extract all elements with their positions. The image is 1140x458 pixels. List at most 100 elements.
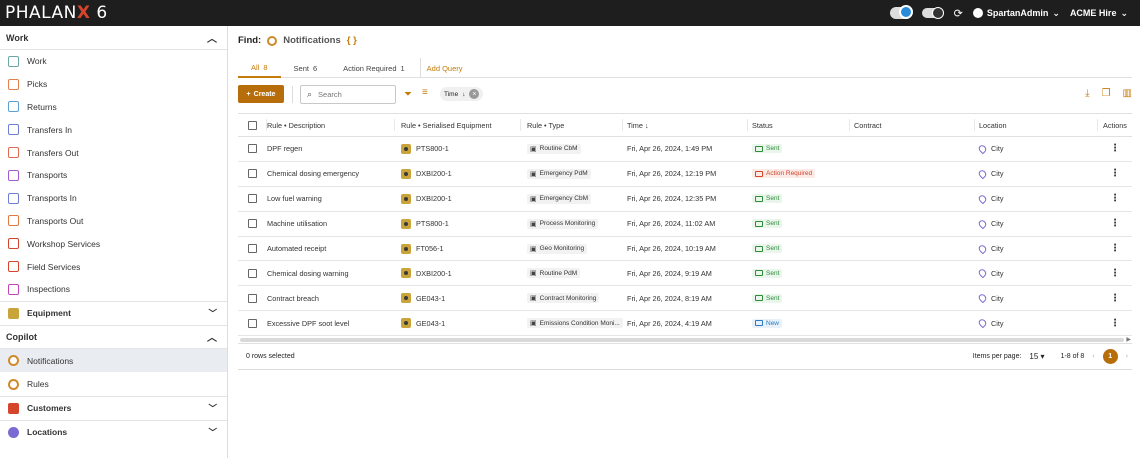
row-checkbox[interactable] [248, 293, 257, 303]
theme-toggle[interactable] [921, 7, 944, 19]
prev-page-icon[interactable]: ‹ [1092, 353, 1094, 360]
more-actions-icon[interactable]: ⋮ [1110, 169, 1120, 179]
location-link[interactable]: City [977, 268, 1004, 279]
table-row[interactable]: Chemical dosing emergency DXBI200-1 ▣ Emerg… [238, 162, 1132, 187]
location-link[interactable]: City [977, 292, 1004, 304]
equipment-link[interactable]: GE043-1 [401, 293, 445, 304]
more-actions-icon[interactable]: ⋮ [1110, 219, 1120, 229]
row-checkbox[interactable] [248, 169, 257, 179]
table-row[interactable]: Machine utilisation PTS800-1 ▣ Process Moni… [238, 212, 1132, 237]
close-icon[interactable]: × [469, 89, 480, 99]
table-row[interactable]: Automated receipt FT056-1 ▣ Geo Monitoring F… [238, 237, 1132, 262]
row-checkbox[interactable] [248, 244, 257, 253]
sidebar-item-picks[interactable]: Picks [0, 73, 227, 96]
sidebar-item-transports-out[interactable]: Transports Out [0, 210, 227, 233]
more-actions-icon[interactable]: ⋮ [1110, 318, 1120, 328]
create-button[interactable]: + Create [238, 85, 284, 103]
equipment-cell[interactable]: DXBI200-1 [395, 187, 521, 211]
page-button[interactable]: 1 [1102, 349, 1118, 365]
scrollbar-thumb[interactable] [240, 338, 1124, 343]
horizontal-scrollbar[interactable]: ▶ [238, 336, 1132, 345]
equipment-cell[interactable]: GE043-1 [395, 311, 521, 335]
copy-icon[interactable]: ❐ [1102, 88, 1111, 99]
sidebar-item-transfers-out[interactable]: Transfers Out [0, 141, 227, 164]
col-rule-description[interactable]: Rule • Description [267, 119, 395, 131]
items-per-page-select[interactable]: 15 ▾ [1029, 352, 1044, 361]
refresh-icon[interactable]: ⟳ [954, 7, 963, 20]
columns-icon[interactable]: ▥ [1123, 88, 1132, 99]
table-row[interactable]: DPF regen PTS800-1 ▣ Routine CbM Fri, Apr 26… [238, 137, 1132, 162]
sort-chip[interactable]: Time ↓ × [440, 87, 484, 101]
location-link[interactable]: City [977, 143, 1004, 155]
equipment-link[interactable]: PTS800-1 [401, 143, 449, 154]
row-checkbox[interactable] [248, 194, 257, 204]
tab-sent[interactable]: Sent 6 [281, 58, 331, 78]
code-braces-icon[interactable]: { } [347, 35, 357, 46]
more-actions-icon[interactable]: ⋮ [1110, 268, 1120, 278]
user-menu[interactable]: SpartanAdmin ⌄ [972, 8, 1060, 19]
sidebar-item-rules[interactable]: Rules [0, 372, 227, 396]
sidebar-item-returns[interactable]: Returns [0, 96, 227, 119]
row-checkbox[interactable] [248, 268, 257, 278]
equipment-link[interactable]: DXBI200-1 [401, 268, 452, 279]
equipment-link[interactable]: PTS800-1 [401, 218, 449, 229]
equipment-cell[interactable]: DXBI200-1 [395, 261, 521, 285]
equipment-link[interactable]: GE043-1 [401, 318, 445, 329]
help-toggle[interactable] [889, 5, 913, 19]
col-contract[interactable]: Contract [850, 119, 975, 131]
equipment-cell[interactable]: PTS800-1 [395, 137, 521, 161]
more-actions-icon[interactable]: ⋮ [1110, 144, 1120, 154]
location-link[interactable]: City [977, 193, 1004, 205]
equipment-link[interactable]: DXBI200-1 [401, 193, 452, 204]
sidebar-item-notifications[interactable]: Notifications [0, 348, 227, 373]
search-input[interactable] [318, 90, 389, 99]
sidebar-item-inspections[interactable]: Inspections [0, 278, 227, 301]
more-actions-icon[interactable]: ⋮ [1110, 293, 1120, 303]
location-link[interactable]: City [977, 243, 1004, 254]
equipment-cell[interactable]: DXBI200-1 [395, 162, 521, 186]
add-query-button[interactable]: Add Query [419, 58, 476, 78]
sort-icon[interactable]: ≡ [422, 87, 428, 98]
location-link[interactable]: City [977, 317, 1004, 329]
sidebar-item-transfers-in[interactable]: Transfers In [0, 118, 227, 141]
col-location[interactable]: Location [975, 119, 1098, 131]
sidebar-section-equipment[interactable]: Equipment ﹀ [0, 300, 227, 325]
equipment-cell[interactable]: FT056-1 [395, 237, 521, 261]
table-row[interactable]: Excessive DPF soot level GE043-1 ▣ Emission… [238, 311, 1132, 337]
sidebar-section-copilot[interactable]: Copilot ︿ [0, 324, 227, 349]
row-checkbox[interactable] [248, 318, 257, 328]
equipment-link[interactable]: DXBI200-1 [401, 168, 452, 179]
more-actions-icon[interactable]: ⋮ [1110, 194, 1120, 204]
equipment-cell[interactable]: PTS800-1 [395, 212, 521, 236]
filter-icon[interactable]: ⏷ [404, 89, 412, 100]
sidebar-item-work[interactable]: Work [0, 50, 227, 73]
equipment-link[interactable]: FT056-1 [401, 243, 444, 254]
more-actions-icon[interactable]: ⋮ [1110, 244, 1120, 254]
table-row[interactable]: Chemical dosing warning DXBI200-1 ▣ Routine… [238, 261, 1132, 287]
table-row[interactable]: Contract breach GE043-1 ▣ Contract Monitori… [238, 286, 1132, 312]
sidebar-item-field-services[interactable]: Field Services [0, 255, 227, 278]
sidebar-item-transports[interactable]: Transports [0, 164, 227, 187]
tab-all[interactable]: All 8 [238, 58, 281, 78]
row-checkbox[interactable] [248, 219, 257, 229]
tab-action-required[interactable]: Action Required 1 [330, 58, 418, 78]
search-box[interactable]: ⌕ [300, 85, 396, 104]
next-page-icon[interactable]: › [1126, 353, 1128, 360]
col-status[interactable]: Status [748, 119, 850, 131]
download-icon[interactable]: ⤓ [1085, 88, 1089, 99]
location-link[interactable]: City [977, 218, 1004, 229]
sidebar-section-customers[interactable]: Customers ﹀ [0, 395, 227, 420]
sidebar-item-workshop-services[interactable]: Workshop Services [0, 232, 227, 255]
app-logo[interactable]: PHALANX 6 [5, 3, 108, 23]
equipment-cell[interactable]: GE043-1 [395, 286, 521, 310]
company-menu[interactable]: ACME Hire ⌄ [1070, 8, 1128, 19]
scroll-right-icon[interactable]: ▶ [1126, 336, 1131, 343]
col-rule-type[interactable]: Rule • Type [521, 119, 623, 131]
sidebar-item-transports-in[interactable]: Transports In [0, 187, 227, 210]
sidebar-section-locations[interactable]: Locations ﹀ [0, 419, 227, 444]
sidebar-section-work[interactable]: Work ︿ [0, 26, 227, 50]
table-row[interactable]: Low fuel warning DXBI200-1 ▣ Emergency CbM F… [238, 187, 1132, 212]
col-serialised-equipment[interactable]: Rule • Serialised Equipment [395, 119, 521, 131]
select-all-checkbox[interactable] [247, 120, 257, 130]
location-link[interactable]: City [977, 168, 1004, 180]
